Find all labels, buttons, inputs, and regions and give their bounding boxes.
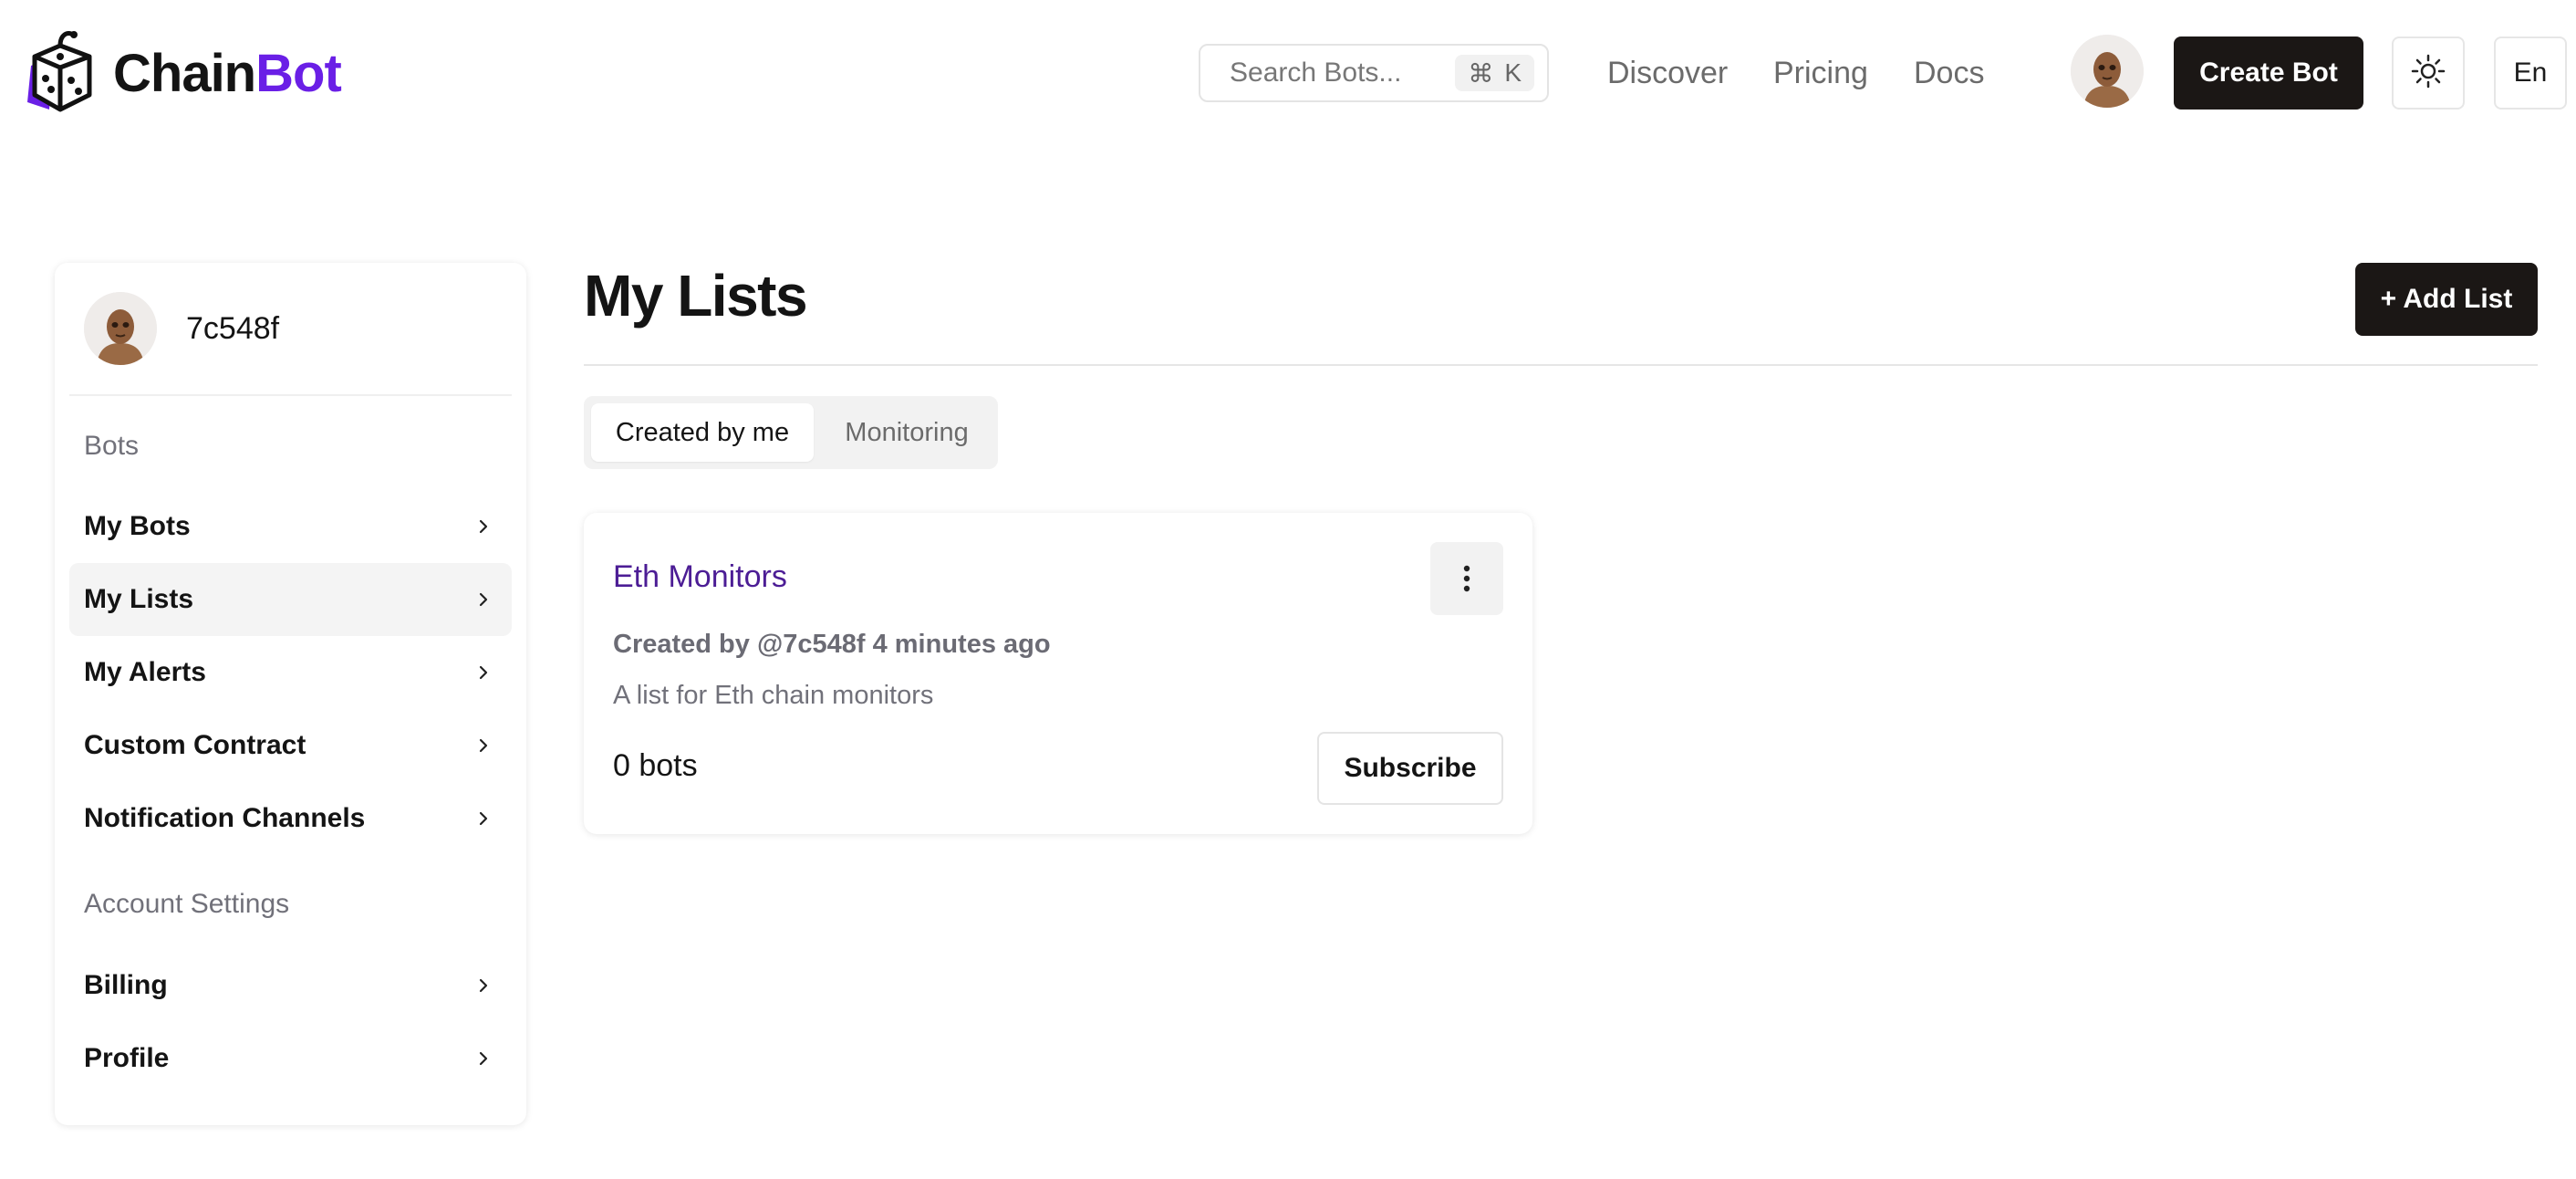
chevron-right-icon (479, 665, 488, 680)
logo-text: ChainBot (113, 43, 342, 103)
sidebar-item-label: My Lists (84, 584, 194, 614)
logo-text-main: Chain (113, 43, 256, 103)
sidebar-item-label: My Alerts (84, 657, 206, 687)
language-selector[interactable]: En (2494, 37, 2567, 110)
sidebar-item-my-alerts[interactable]: My Alerts (69, 636, 512, 709)
chevron-right-icon (479, 738, 488, 753)
shortcut-key: K (1504, 58, 1522, 87)
sidebar-item-custom-contract[interactable]: Custom Contract (69, 709, 512, 782)
list-card-description: A list for Eth chain monitors (613, 681, 934, 710)
chevron-right-icon (479, 592, 488, 607)
sidebar-item-my-lists[interactable]: My Lists (69, 563, 512, 636)
sidebar-item-notification-channels[interactable]: Notification Channels (69, 782, 512, 855)
sidebar-item-billing[interactable]: Billing (69, 949, 512, 1022)
keyboard-shortcut-badge: ⌘ K (1455, 55, 1534, 91)
sidebar-item-my-bots[interactable]: My Bots (69, 490, 512, 563)
sidebar: 7c548f Bots My Bots My Lists My Alerts C… (55, 263, 526, 1125)
title-divider (584, 364, 2538, 366)
search-input[interactable]: Search Bots... ⌘ K (1199, 44, 1549, 102)
tab-monitoring[interactable]: Monitoring (823, 403, 991, 462)
list-card-bot-count: 0 bots (613, 748, 698, 783)
list-card: Eth Monitors Created by @7c548f 4 minute… (584, 513, 1532, 834)
nav-pricing[interactable]: Pricing (1773, 53, 1868, 93)
nav-discover[interactable]: Discover (1607, 53, 1728, 93)
sidebar-section-account-settings: Account Settings (84, 889, 290, 919)
top-bar: ChainBot Search Bots... ⌘ K Discover Pri… (0, 0, 2576, 146)
chevron-right-icon (479, 811, 488, 826)
page-title: My Lists (584, 263, 808, 329)
list-card-menu-button[interactable] (1430, 542, 1503, 615)
sidebar-item-label: Custom Contract (84, 730, 306, 760)
chevron-right-icon (479, 519, 488, 534)
sidebar-username: 7c548f (186, 310, 280, 346)
sidebar-item-label: Billing (84, 970, 168, 1000)
more-vertical-icon (1463, 565, 1470, 592)
sidebar-item-label: Profile (84, 1043, 170, 1073)
tab-created-by-me[interactable]: Created by me (591, 403, 814, 462)
sun-icon (2410, 53, 2446, 94)
sidebar-item-profile[interactable]: Profile (69, 1022, 512, 1095)
list-tabs: Created by me Monitoring (584, 396, 998, 469)
chevron-right-icon (479, 1051, 488, 1066)
dice-cube-icon (26, 29, 95, 118)
command-key: ⌘ (1468, 58, 1494, 88)
list-card-title[interactable]: Eth Monitors (613, 557, 787, 597)
user-avatar[interactable] (2071, 35, 2144, 108)
sidebar-section-bots: Bots (84, 431, 140, 461)
sidebar-profile: 7c548f (69, 263, 512, 396)
create-bot-button[interactable]: Create Bot (2174, 37, 2363, 110)
sidebar-item-label: Notification Channels (84, 803, 366, 833)
chevron-right-icon (479, 978, 488, 993)
sidebar-item-label: My Bots (84, 511, 191, 541)
search-placeholder: Search Bots... (1230, 57, 1402, 88)
theme-toggle-button[interactable] (2392, 37, 2465, 110)
subscribe-button[interactable]: Subscribe (1317, 732, 1503, 805)
logo[interactable]: ChainBot (26, 29, 342, 118)
logo-text-accent: Bot (255, 43, 342, 103)
nav-docs[interactable]: Docs (1914, 53, 1984, 93)
sidebar-avatar (84, 292, 157, 365)
list-card-meta: Created by @7c548f 4 minutes ago (613, 630, 1051, 659)
add-list-button[interactable]: + Add List (2355, 263, 2538, 336)
